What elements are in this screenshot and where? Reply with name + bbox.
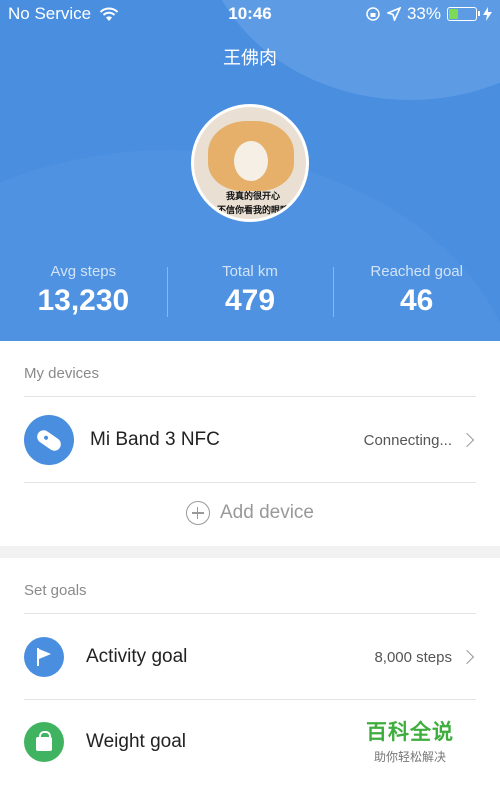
goal-value: 8,000 steps [374,648,452,666]
chevron-right-icon [459,432,475,448]
watermark: 百科全说 助你轻松解决 [366,716,454,765]
stat-value: 46 [399,284,434,317]
section-title: My devices [24,365,100,382]
section-title: Set goals [24,582,87,599]
divider [24,396,476,397]
avatar-cat-image [208,121,294,191]
watermark-title: 百科全说 [366,721,454,744]
watermark-subtitle: 助你轻松解决 [373,750,446,764]
divider [24,613,476,614]
plus-circle-icon [185,501,210,525]
stat-label: Avg steps [50,263,117,280]
username: 王佛肉 [223,48,277,68]
stat-label: Total km [222,263,278,280]
band-icon [24,415,74,465]
stat-reached-goal: Reached goal 46 [333,263,500,318]
device-row-mi-band[interactable]: Mi Band 3 NFC Connecting... [24,400,476,480]
flag-icon [24,637,64,677]
location-icon [386,7,401,21]
stats-row: Avg steps 13,230 Total km 479 Reached go… [0,263,500,318]
stat-label: Reached goal [370,263,463,280]
stat-value: 479 [224,284,276,317]
activity-goal-row[interactable]: Activity goal 8,000 steps [24,617,476,697]
stat-value: 13,230 [37,284,130,317]
device-status: Connecting... [363,431,452,449]
stat-total-km: Total km 479 [166,263,334,318]
avatar-caption-line: 我真的很开心 [225,191,280,201]
avatar[interactable]: 我真的很开心 不信你看我的眼睛 [191,104,309,222]
screen-lock-icon [366,7,380,21]
stat-avg-steps: Avg steps 13,230 [0,263,167,318]
battery-icon [447,7,480,21]
chevron-right-icon [459,649,475,665]
goal-name: Activity goal [86,646,188,667]
battery-percent: 33% [406,4,441,23]
add-device-label: Add device [219,502,314,523]
divider [24,699,476,700]
status-bar: No Service 10:46 33% [0,0,500,28]
weight-icon [24,722,64,762]
add-device-button[interactable]: Add device [0,501,500,525]
device-name: Mi Band 3 NFC [90,429,220,450]
profile-header: No Service 10:46 33% 王佛肉 我真的很开心 不信你看我的眼睛… [0,0,500,341]
divider [24,482,476,483]
goals-card: Set goals Activity goal 8,000 steps Weig… [0,558,500,790]
charging-icon [483,7,492,21]
avatar-caption-line: 不信你看我的眼睛 [216,205,289,215]
devices-card: My devices Mi Band 3 NFC Connecting... A… [0,341,500,546]
